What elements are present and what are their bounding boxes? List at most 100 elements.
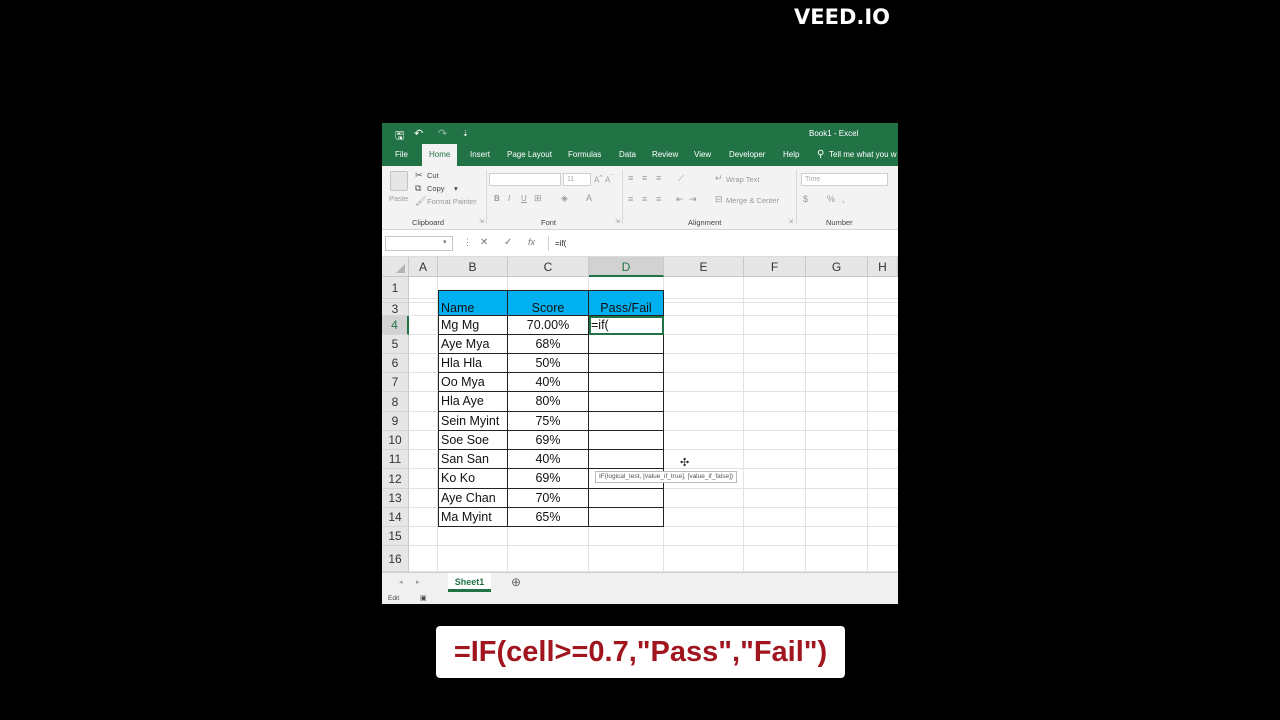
row-header-1[interactable]: 1 bbox=[382, 277, 409, 299]
merge-center-button[interactable]: Merge & Center bbox=[726, 196, 779, 205]
paste-icon[interactable] bbox=[390, 171, 408, 191]
active-cell-d4[interactable]: =if( bbox=[589, 316, 664, 335]
paste-button[interactable]: Paste bbox=[389, 194, 408, 203]
row-header-8[interactable]: 8 bbox=[382, 392, 409, 412]
tab-help[interactable]: Help bbox=[783, 144, 799, 166]
row-header-3[interactable]: 3 bbox=[382, 303, 409, 316]
format-painter-icon[interactable]: 🖌 bbox=[415, 196, 426, 207]
name-cell[interactable]: Oo Mya bbox=[438, 373, 508, 392]
row-header-4[interactable]: 4 bbox=[382, 316, 409, 335]
currency-button[interactable]: $ bbox=[803, 194, 808, 204]
score-cell[interactable]: 70.00% bbox=[508, 316, 589, 335]
row-header-5[interactable]: 5 bbox=[382, 335, 409, 354]
cut-button[interactable]: Cut bbox=[427, 171, 439, 180]
score-cell[interactable]: 75% bbox=[508, 412, 589, 431]
scroll-left-icon[interactable]: ◂ bbox=[399, 578, 403, 586]
font-size-select[interactable]: 11 bbox=[563, 173, 591, 186]
cut-icon[interactable]: ✂ bbox=[415, 170, 423, 181]
name-cell[interactable]: San San bbox=[438, 450, 508, 469]
column-header-h[interactable]: H bbox=[868, 257, 898, 277]
tab-formulas[interactable]: Formulas bbox=[568, 144, 601, 166]
decrease-indent-icon[interactable]: ⇤ bbox=[676, 194, 684, 205]
row-header-16[interactable]: 16 bbox=[382, 546, 409, 572]
score-cell[interactable]: 40% bbox=[508, 373, 589, 392]
comma-style-icon[interactable]: , bbox=[842, 194, 845, 204]
table-header-cell[interactable]: Name bbox=[438, 290, 508, 316]
underline-button[interactable]: U bbox=[521, 194, 527, 203]
row-header-7[interactable]: 7 bbox=[382, 373, 409, 392]
add-sheet-button[interactable]: ⊕ bbox=[511, 575, 521, 589]
score-cell[interactable]: 80% bbox=[508, 392, 589, 412]
tab-developer[interactable]: Developer bbox=[729, 144, 765, 166]
formula-input-area[interactable] bbox=[548, 236, 898, 251]
sheet-tab-sheet1[interactable]: Sheet1 bbox=[448, 573, 491, 592]
align-center-icon[interactable]: ≡ bbox=[642, 194, 647, 204]
wrap-text-button[interactable]: Wrap Text bbox=[726, 175, 760, 184]
pass-fail-cell[interactable] bbox=[589, 489, 664, 508]
copy-icon[interactable]: ⧉ bbox=[415, 183, 421, 194]
column-header-f[interactable]: F bbox=[744, 257, 806, 277]
pass-fail-cell[interactable] bbox=[589, 373, 664, 392]
pass-fail-cell[interactable] bbox=[589, 354, 664, 373]
tell-me-search[interactable]: Tell me what you w bbox=[829, 144, 897, 166]
font-color-icon[interactable]: A bbox=[586, 193, 592, 203]
score-cell[interactable]: 69% bbox=[508, 431, 589, 450]
macro-record-icon[interactable]: ▣ bbox=[420, 594, 427, 602]
decrease-font-icon[interactable]: Aˇ bbox=[605, 174, 613, 185]
column-header-a[interactable]: A bbox=[409, 257, 438, 277]
score-cell[interactable]: 69% bbox=[508, 469, 589, 489]
pass-fail-cell[interactable] bbox=[589, 412, 664, 431]
table-header-cell[interactable]: Score bbox=[508, 290, 589, 316]
column-header-b[interactable]: B bbox=[438, 257, 508, 277]
number-format-select[interactable]: Time bbox=[801, 173, 888, 186]
fill-color-icon[interactable]: ◈ bbox=[561, 193, 568, 204]
name-cell[interactable]: Sein Myint bbox=[438, 412, 508, 431]
score-cell[interactable]: 40% bbox=[508, 450, 589, 469]
tab-review[interactable]: Review bbox=[652, 144, 678, 166]
tab-data[interactable]: Data bbox=[619, 144, 636, 166]
row-header-6[interactable]: 6 bbox=[382, 354, 409, 373]
italic-button[interactable]: I bbox=[508, 194, 510, 203]
formula-input[interactable]: =if( bbox=[555, 239, 566, 248]
row-header-13[interactable]: 13 bbox=[382, 489, 409, 508]
align-top-icon[interactable]: ≡ bbox=[628, 173, 633, 183]
cancel-icon[interactable]: ✕ bbox=[480, 237, 488, 248]
pass-fail-cell[interactable] bbox=[589, 431, 664, 450]
align-left-icon[interactable]: ≡ bbox=[628, 194, 633, 204]
tab-home[interactable]: Home bbox=[422, 144, 458, 166]
column-header-d[interactable]: D bbox=[589, 257, 664, 277]
clipboard-launcher-icon[interactable]: ⇲ bbox=[479, 218, 484, 225]
align-bottom-icon[interactable]: ≡ bbox=[656, 173, 661, 183]
insert-function-icon[interactable]: fx bbox=[528, 237, 535, 247]
name-box-dropdown-icon[interactable]: ▾ bbox=[443, 238, 447, 246]
wrap-text-icon[interactable]: ↵ bbox=[715, 173, 723, 184]
copy-button[interactable]: Copy bbox=[427, 184, 445, 193]
enter-icon[interactable]: ✓ bbox=[504, 237, 512, 248]
align-middle-icon[interactable]: ≡ bbox=[642, 173, 647, 183]
row-header-9[interactable]: 9 bbox=[382, 412, 409, 431]
name-cell[interactable]: Soe Soe bbox=[438, 431, 508, 450]
borders-icon[interactable]: ⊞ bbox=[534, 193, 542, 204]
name-cell[interactable]: Hla Aye bbox=[438, 392, 508, 412]
score-cell[interactable]: 68% bbox=[508, 335, 589, 354]
merge-center-icon[interactable]: ⊟ bbox=[715, 194, 723, 205]
name-cell[interactable]: Hla Hla bbox=[438, 354, 508, 373]
row-header-12[interactable]: 12 bbox=[382, 469, 409, 489]
tab-view[interactable]: View bbox=[694, 144, 711, 166]
tab-insert[interactable]: Insert bbox=[470, 144, 490, 166]
undo-icon[interactable]: ↶ bbox=[414, 127, 423, 140]
redo-icon[interactable]: ↷ bbox=[438, 127, 447, 140]
name-cell[interactable]: Mg Mg bbox=[438, 316, 508, 335]
pass-fail-cell[interactable] bbox=[589, 450, 664, 469]
score-cell[interactable]: 65% bbox=[508, 508, 589, 527]
tab-file[interactable]: File bbox=[395, 144, 408, 166]
scroll-right-icon[interactable]: ▸ bbox=[416, 578, 420, 586]
score-cell[interactable]: 50% bbox=[508, 354, 589, 373]
font-launcher-icon[interactable]: ⇲ bbox=[615, 218, 620, 225]
increase-indent-icon[interactable]: ⇥ bbox=[689, 194, 697, 205]
column-header-c[interactable]: C bbox=[508, 257, 589, 277]
percent-button[interactable]: % bbox=[827, 194, 835, 204]
score-cell[interactable]: 70% bbox=[508, 489, 589, 508]
tab-page-layout[interactable]: Page Layout bbox=[507, 144, 552, 166]
format-painter-button[interactable]: Format Painter bbox=[427, 197, 477, 206]
